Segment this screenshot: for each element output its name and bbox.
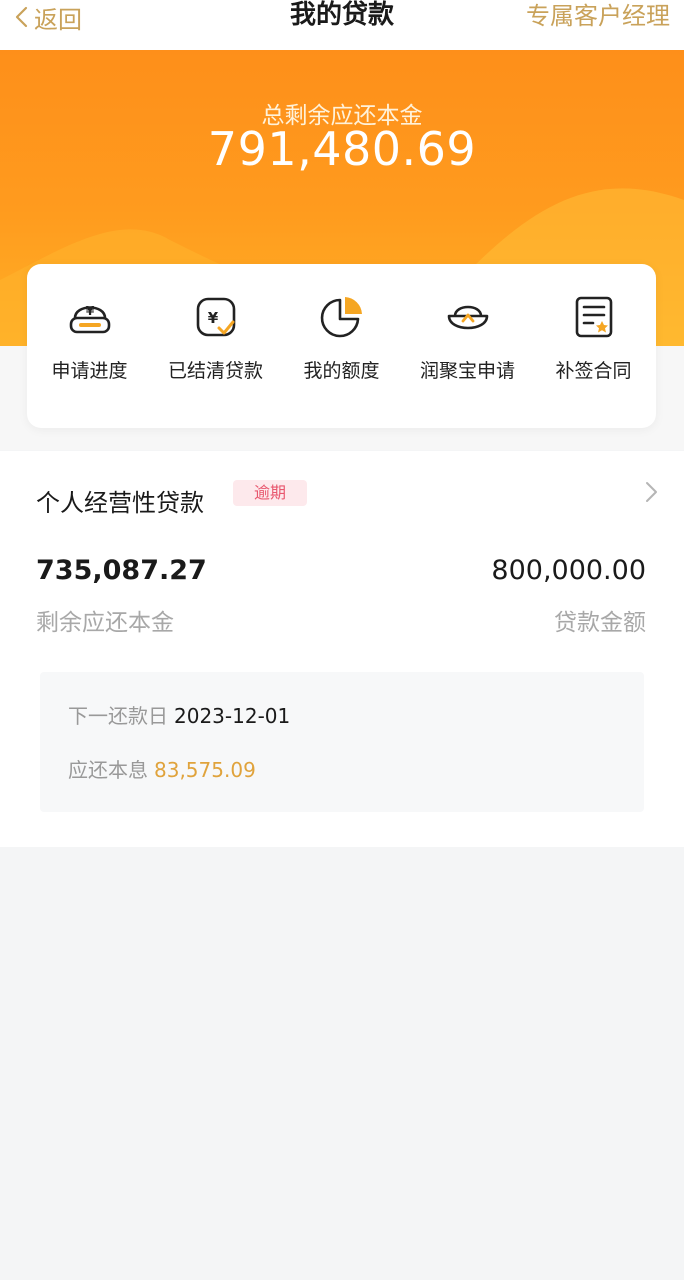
remaining-principal-label: 剩余应还本金 bbox=[36, 610, 174, 636]
next-due-row: 下一还款日 2023-12-01 bbox=[68, 700, 290, 729]
next-due-label: 下一还款日 bbox=[68, 704, 168, 728]
remaining-principal-value: 735,087.27 bbox=[36, 555, 207, 586]
quick-action-settled-loans[interactable]: ¥ 已结清贷款 bbox=[153, 292, 278, 383]
quick-action-runjubao[interactable]: 润聚宝申请 bbox=[405, 292, 530, 383]
quick-actions-card: ¥ 申请进度 ¥ 已结清贷款 我的额度 润聚宝申请 补签合同 bbox=[27, 264, 656, 428]
quick-action-my-quota[interactable]: 我的额度 bbox=[279, 292, 404, 383]
svg-text:¥: ¥ bbox=[85, 304, 94, 318]
loan-progress-icon: ¥ bbox=[69, 304, 110, 334]
account-manager-link[interactable]: 专属客户经理 bbox=[526, 0, 670, 32]
due-amount-label: 应还本息 bbox=[68, 758, 148, 782]
loan-card[interactable]: 个人经营性贷款 逾期 735,087.27 剩余应还本金 800,000.00 … bbox=[0, 451, 684, 847]
loan-amount-value: 800,000.00 bbox=[491, 555, 646, 586]
quick-action-sign-contract[interactable]: 补签合同 bbox=[531, 292, 656, 383]
quick-action-label: 我的额度 bbox=[303, 360, 380, 382]
svg-text:¥: ¥ bbox=[207, 309, 218, 327]
quick-action-label: 申请进度 bbox=[51, 360, 128, 382]
due-amount-value: 83,575.09 bbox=[154, 758, 256, 782]
contract-icon bbox=[575, 296, 612, 338]
pie-chart-icon bbox=[320, 297, 362, 338]
quick-action-label: 润聚宝申请 bbox=[419, 360, 515, 382]
top-nav-bar: 返回 我的贷款 专属客户经理 bbox=[0, 0, 684, 50]
settled-loan-icon: ¥ bbox=[196, 297, 235, 337]
quick-action-label: 补签合同 bbox=[555, 360, 632, 382]
next-due-date: 2023-12-01 bbox=[174, 704, 291, 728]
repayment-info-box: 下一还款日 2023-12-01 应还本息 83,575.09 bbox=[40, 672, 644, 812]
quick-action-label: 已结清贷款 bbox=[167, 360, 263, 382]
overdue-badge: 逾期 bbox=[233, 480, 307, 506]
loan-amount-label: 贷款金额 bbox=[554, 610, 646, 636]
total-remaining-amount: 791,480.69 bbox=[207, 122, 477, 176]
quick-action-apply-progress[interactable]: ¥ 申请进度 bbox=[27, 292, 152, 383]
chevron-right-icon[interactable] bbox=[643, 479, 661, 505]
due-amount-row: 应还本息 83,575.09 bbox=[68, 754, 256, 783]
gold-ingot-icon bbox=[447, 305, 488, 330]
loan-name: 个人经营性贷款 bbox=[36, 489, 204, 517]
